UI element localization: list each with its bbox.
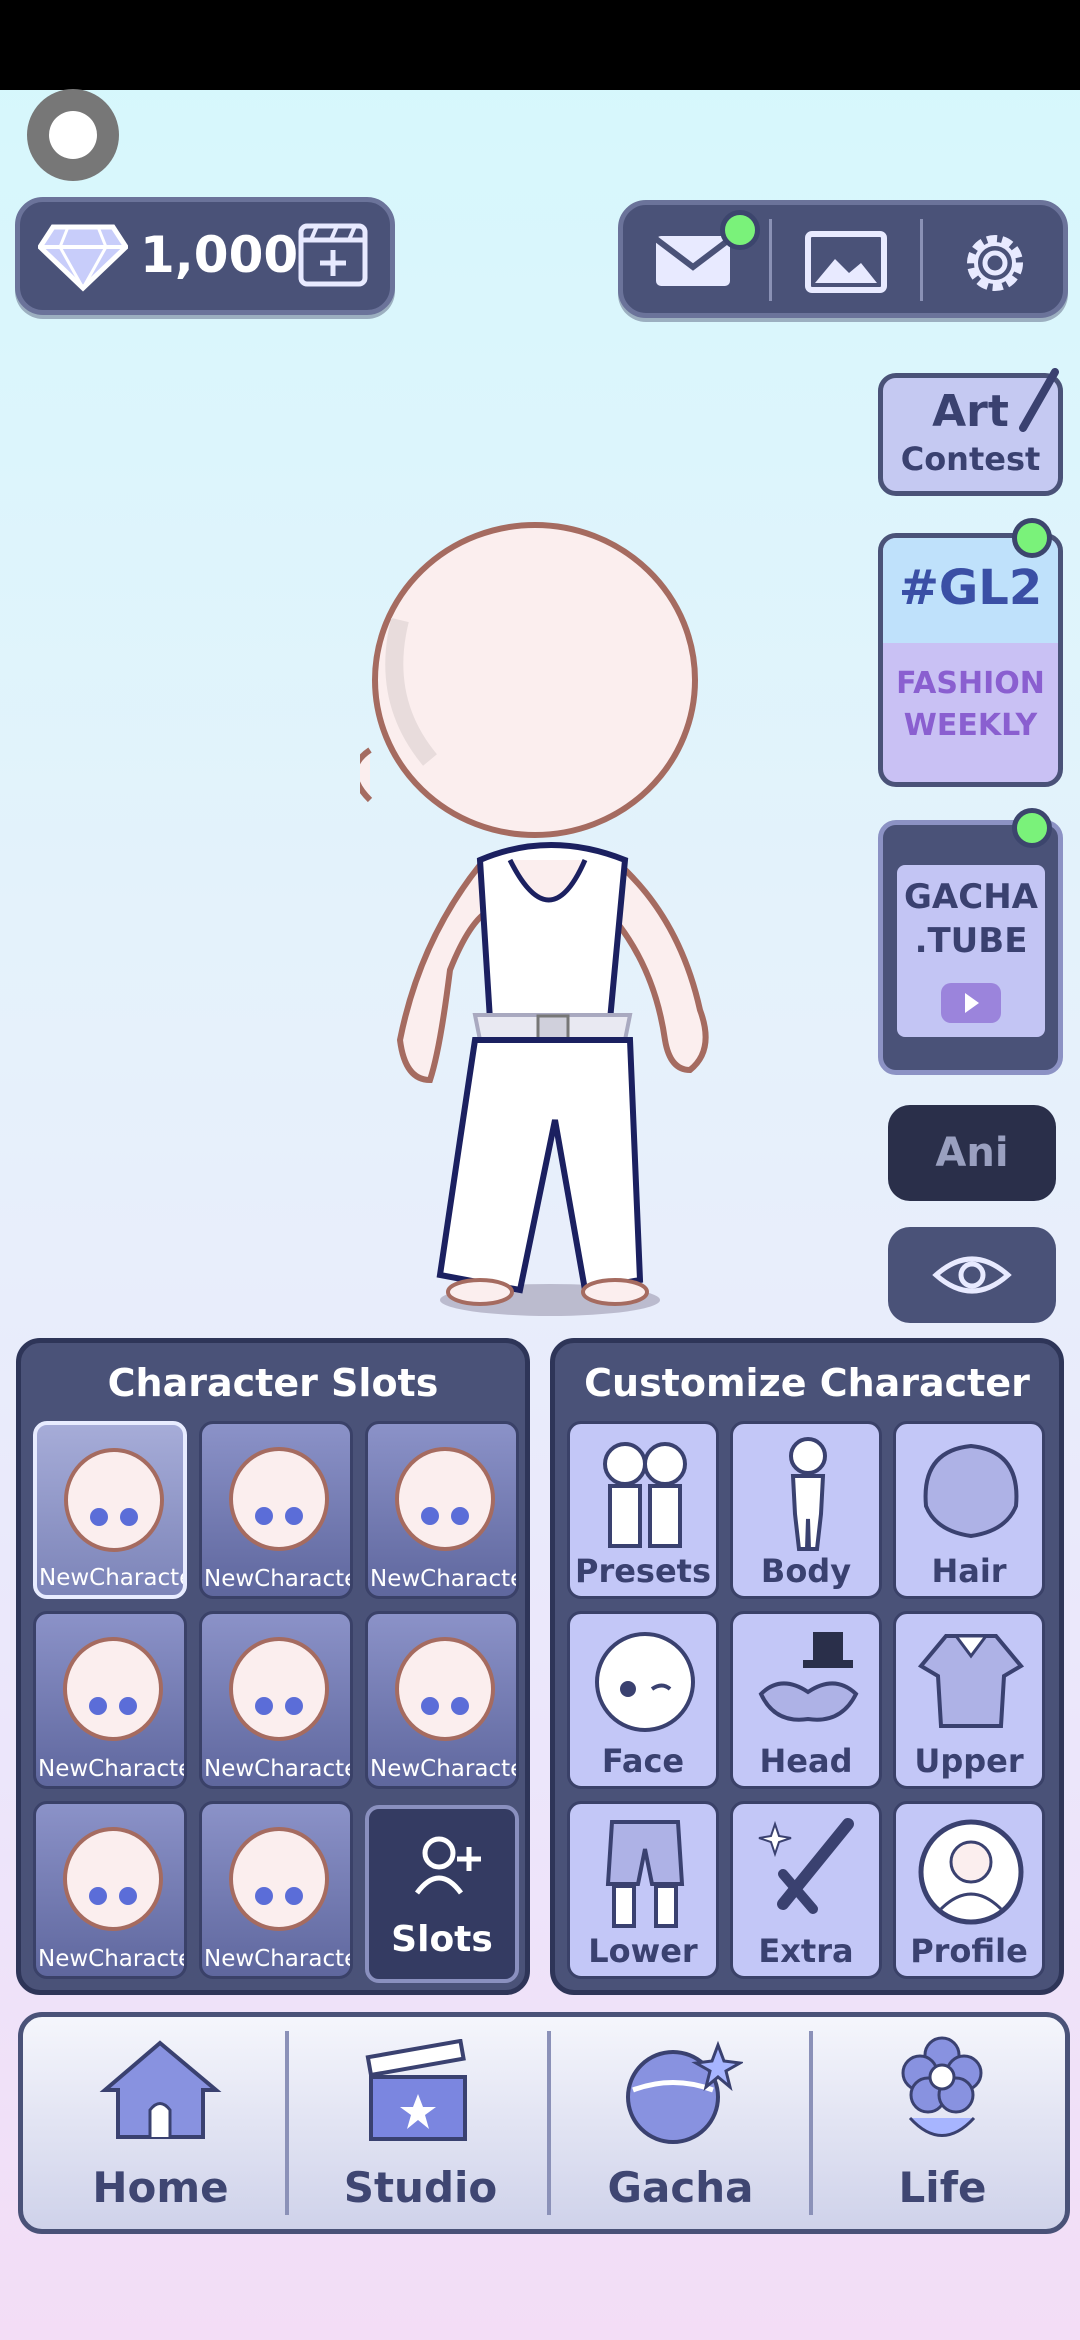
hair-button[interactable]: Hair [893, 1421, 1045, 1599]
character-slot[interactable]: NewCharacter [33, 1421, 187, 1599]
flower-icon [901, 2036, 983, 2137]
gacha-ball-icon [626, 2040, 743, 2144]
character-head-icon [64, 1448, 164, 1552]
character-slots-title: Character Slots [107, 1361, 439, 1405]
pencil-icon [1019, 368, 1059, 432]
profile-icon [918, 1819, 1024, 1925]
settings-button[interactable] [923, 205, 1068, 313]
upper-button[interactable]: Upper [893, 1611, 1045, 1789]
tube-notification-dot [1012, 808, 1052, 848]
diamond-icon [38, 224, 128, 292]
presets-icon [603, 1442, 687, 1548]
visibility-toggle-button[interactable] [888, 1227, 1056, 1323]
top-right-toolbar [618, 200, 1068, 318]
character-slot[interactable]: NewCharacter [199, 1611, 353, 1789]
add-user-icon [414, 1836, 481, 1895]
add-currency-icon[interactable] [297, 218, 369, 290]
character-head-icon [229, 1447, 329, 1551]
nav-life[interactable]: Life [815, 2017, 1070, 2229]
gacha-tube-button[interactable]: GACHA .TUBE [878, 820, 1063, 1075]
fashion-weekly-button[interactable]: #GL2 FASHION WEEKLY [878, 533, 1063, 787]
mask-hat-icon [758, 1632, 859, 1722]
character-head-icon [395, 1637, 495, 1741]
nav-home[interactable]: Home [33, 2017, 288, 2229]
character-head-icon [229, 1827, 329, 1931]
body-button[interactable]: Body [730, 1421, 882, 1599]
house-icon [99, 2040, 222, 2139]
character-model[interactable] [360, 520, 740, 1320]
customize-character-panel: Customize Character Presets Body Hair Fa… [550, 1338, 1064, 1995]
animation-toggle-button[interactable]: Ani [888, 1105, 1056, 1201]
bottom-navigation: Home Studio Gacha Life [18, 2012, 1070, 2234]
gear-icon [967, 235, 1023, 291]
gem-count: 1,000 [140, 226, 299, 284]
head-button[interactable]: Head [730, 1611, 882, 1789]
customize-character-title: Customize Character [584, 1361, 1030, 1405]
eye-icon [932, 1256, 1012, 1294]
character-slot[interactable]: NewCharacter [33, 1611, 187, 1789]
character-slot[interactable]: NewCharacter [33, 1801, 187, 1979]
menu-circle-button[interactable] [27, 89, 119, 181]
profile-button[interactable]: Profile [893, 1801, 1045, 1979]
status-bar [0, 0, 1080, 90]
face-button[interactable]: Face [567, 1611, 719, 1789]
nav-studio[interactable]: Studio [293, 2017, 548, 2229]
mail-icon [654, 236, 732, 286]
gem-counter[interactable]: 1,000 [15, 197, 395, 315]
mail-notification-dot [720, 210, 760, 250]
play-icon [941, 983, 1001, 1023]
body-icon [789, 1437, 827, 1551]
shirt-icon [917, 1634, 1025, 1728]
character-head-icon [63, 1637, 163, 1741]
character-slot[interactable]: NewCharacter [365, 1611, 519, 1789]
add-slots-button[interactable]: Slots [365, 1805, 519, 1983]
hair-icon [923, 1443, 1019, 1539]
image-icon [805, 231, 887, 293]
art-contest-button[interactable]: Art Contest [878, 368, 1063, 496]
character-slot[interactable]: NewCharacter [199, 1801, 353, 1979]
presets-button[interactable]: Presets [567, 1421, 719, 1599]
pants-icon [605, 1820, 685, 1928]
character-slots-panel: Character Slots NewCharacter NewCharacte… [16, 1338, 530, 1995]
nav-gacha[interactable]: Gacha [553, 2017, 808, 2229]
gallery-button[interactable] [773, 205, 918, 313]
fashion-notification-dot [1012, 518, 1052, 558]
character-head-icon [63, 1827, 163, 1931]
sword-icon [758, 1818, 854, 1914]
face-icon [595, 1632, 695, 1732]
character-head-icon [395, 1447, 495, 1551]
lower-button[interactable]: Lower [567, 1801, 719, 1979]
character-slot[interactable]: NewCharacter [365, 1421, 519, 1599]
extra-button[interactable]: Extra [730, 1801, 882, 1979]
character-slot[interactable]: NewCharacter [199, 1421, 353, 1599]
character-head-icon [229, 1637, 329, 1741]
clapperboard-icon [365, 2039, 467, 2141]
